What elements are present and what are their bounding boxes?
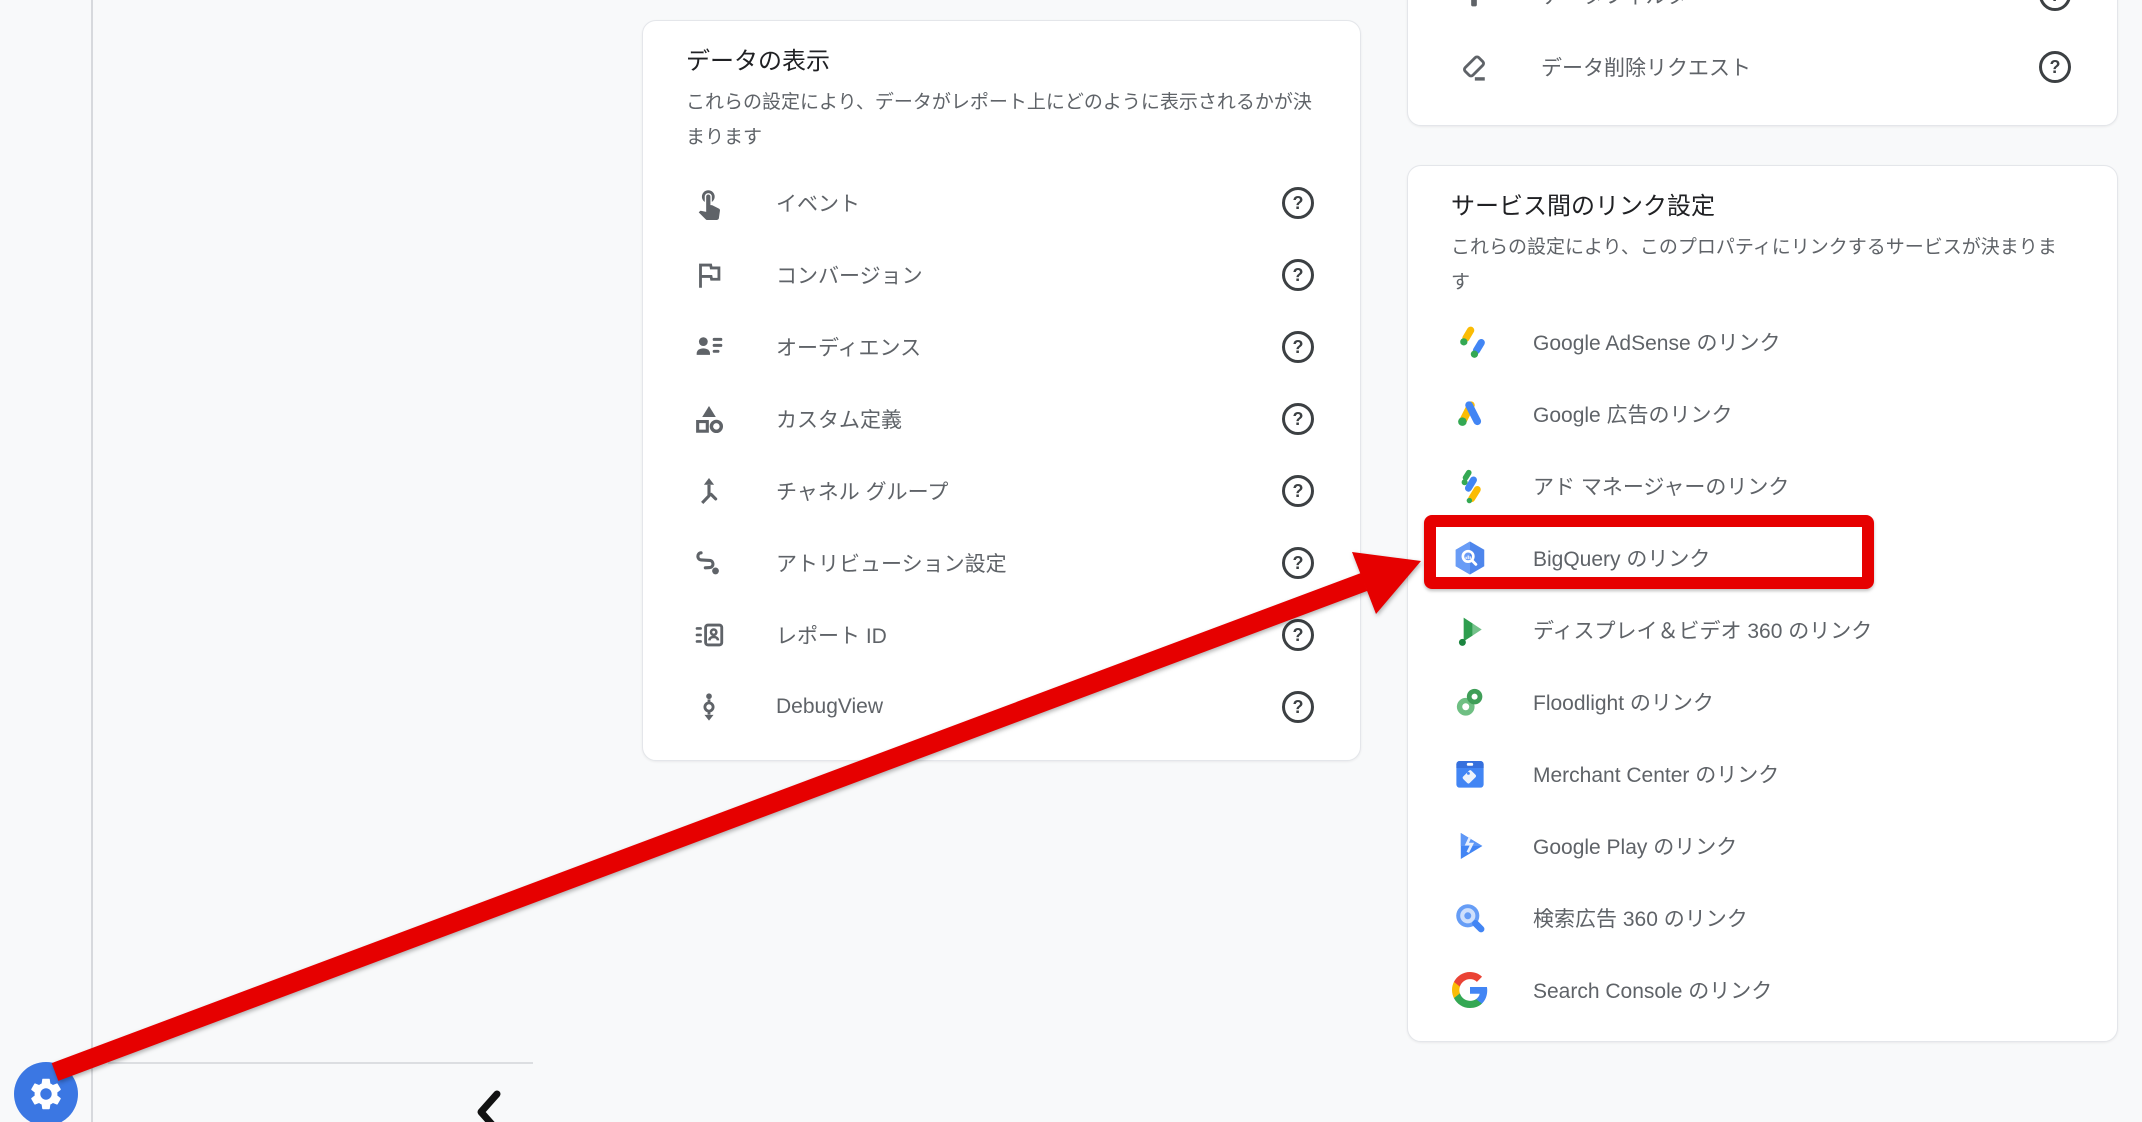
settings-fab-button[interactable] [14,1062,78,1122]
google-play-logo [1451,827,1489,865]
help-icon[interactable]: ? [1282,475,1314,507]
menu-item-label: カスタム定義 [776,404,902,434]
data-display-card: データの表示 これらの設定により、データがレポート上にどのように表示されるかが決… [642,20,1361,761]
custom-definitions-icon [691,401,727,437]
help-icon[interactable]: ? [2039,0,2071,11]
help-icon[interactable]: ? [1282,259,1314,291]
help-icon[interactable]: ? [1282,691,1314,723]
link-item-google-play[interactable]: Google Play のリンク [1408,810,2117,882]
menu-item-label: オーディエンス [776,332,921,362]
menu-item-custom-definitions[interactable]: カスタム定義 ? [643,383,1360,455]
menu-item-audiences[interactable]: オーディエンス ? [643,311,1360,383]
audience-icon [691,329,727,365]
link-item-floodlight[interactable]: Floodlight のリンク [1408,666,2117,738]
link-item-label: BigQuery のリンク [1533,543,1710,573]
menu-item-data-filters[interactable]: データフィルタ ? [1408,0,2117,31]
adsense-logo [1451,323,1489,361]
link-item-search-ads-360[interactable]: 検索広告 360 のリンク [1408,882,2117,954]
menu-item-label: イベント [776,188,860,218]
card-header: サービス間のリンク設定 これらの設定により、このプロパティにリンクするサービスが… [1408,166,2117,300]
menu-item-conversions[interactable]: コンバージョン ? [643,239,1360,311]
bigquery-logo [1451,539,1489,577]
channel-group-icon [691,473,727,509]
menu-item-label: データ削除リクエスト [1541,52,1751,82]
menu-item-label: データフィルタ [1541,0,1688,10]
menu-item-label: コンバージョン [776,260,923,290]
link-item-label: Google 広告のリンク [1533,399,1733,429]
product-links-card: サービス間のリンク設定 これらの設定により、このプロパティにリンクするサービスが… [1407,165,2118,1042]
link-item-label: アド マネージャーのリンク [1533,471,1789,501]
card-subtitle: これらの設定により、データがレポート上にどのように表示されるかが決まります [686,85,1317,155]
link-item-label: ディスプレイ＆ビデオ 360 のリンク [1533,615,1872,645]
data-collection-card: データフィルタ ? データ削除リクエスト ? [1407,0,2118,126]
help-icon[interactable]: ? [1282,403,1314,435]
report-id-badge-icon [691,617,727,653]
google-ads-logo [1451,395,1489,433]
link-item-label: Floodlight のリンク [1533,687,1714,717]
menu-item-attribution-settings[interactable]: アトリビューション設定 ? [643,527,1360,599]
debug-timeline-icon [691,689,727,725]
menu-item-label: アトリビューション設定 [776,548,1007,578]
collapse-panel-button[interactable] [468,1086,508,1122]
help-icon[interactable]: ? [1282,547,1314,579]
floodlight-logo [1451,683,1489,721]
link-item-bigquery[interactable]: BigQuery のリンク [1408,522,2117,594]
eraser-icon [1456,49,1492,85]
sidebar-divider [91,0,93,1122]
footer-divider [108,1062,533,1064]
menu-item-label: DebugView [776,695,883,719]
link-item-merchant-center[interactable]: Merchant Center のリンク [1408,738,2117,810]
menu-item-label: レポート ID [776,620,887,650]
link-item-google-ads[interactable]: Google 広告のリンク [1408,378,2117,450]
card-title: データの表示 [686,47,1317,77]
link-item-search-console[interactable]: Search Console のリンク [1408,954,2117,1026]
link-item-label: 検索広告 360 のリンク [1533,903,1748,933]
menu-item-debugview[interactable]: DebugView ? [643,671,1360,743]
touch-app-icon [691,185,727,221]
card-subtitle: これらの設定により、このプロパティにリンクするサービスが決まります [1451,230,2074,300]
menu-item-channel-groups[interactable]: チャネル グループ ? [643,455,1360,527]
attribution-path-icon [691,545,727,581]
help-icon[interactable]: ? [1282,331,1314,363]
menu-item-events[interactable]: イベント ? [643,167,1360,239]
menu-item-data-deletion-requests[interactable]: データ削除リクエスト ? [1408,31,2117,103]
search-console-logo [1451,971,1489,1009]
link-item-ad-manager[interactable]: アド マネージャーのリンク [1408,450,2117,522]
merchant-center-logo [1451,755,1489,793]
help-icon[interactable]: ? [2039,51,2071,83]
link-item-label: Google AdSense のリンク [1533,327,1780,357]
card-header: データの表示 これらの設定により、データがレポート上にどのように表示されるかが決… [643,21,1360,155]
link-item-label: Search Console のリンク [1533,975,1772,1005]
search-ads-360-logo [1451,899,1489,937]
help-icon[interactable]: ? [1282,619,1314,651]
menu-item-label: チャネル グループ [776,476,948,506]
card-title: サービス間のリンク設定 [1451,192,2074,222]
ga-admin-page: データの表示 これらの設定により、データがレポート上にどのように表示されるかが決… [0,0,2142,1122]
link-item-label: Google Play のリンク [1533,831,1737,861]
filter-icon [1456,0,1492,13]
flag-icon [691,257,727,293]
help-icon[interactable]: ? [1282,187,1314,219]
menu-item-reporting-identity[interactable]: レポート ID ? [643,599,1360,671]
display-video-360-logo [1451,611,1489,649]
settings-gear-icon [27,1075,65,1113]
link-item-label: Merchant Center のリンク [1533,759,1779,789]
link-item-adsense[interactable]: Google AdSense のリンク [1408,306,2117,378]
chevron-left-icon [468,1086,508,1122]
link-item-display-video-360[interactable]: ディスプレイ＆ビデオ 360 のリンク [1408,594,2117,666]
ad-manager-logo [1451,467,1489,505]
